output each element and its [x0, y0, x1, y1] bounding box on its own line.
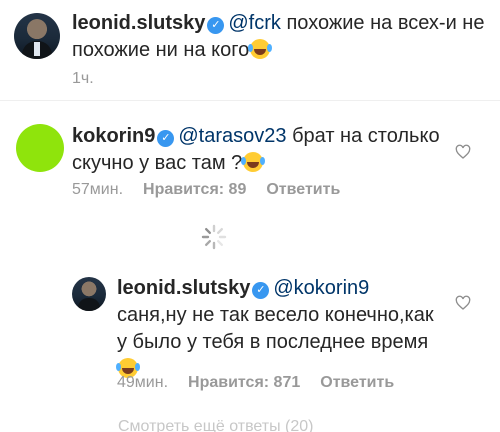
comment-2-meta: 57мин. Нравится: 89 Ответить: [72, 181, 360, 199]
comment-3-reply-button[interactable]: Ответить: [320, 374, 394, 391]
comment-1: leonid.slutsky ✓ @fcrk похожие на всех-и н…: [72, 10, 492, 64]
tears-of-joy-emoji: [248, 39, 271, 59]
view-more-replies-link[interactable]: Смотреть ещё ответы (20): [118, 418, 338, 432]
avatar-shirt: [34, 42, 40, 56]
comment-3-time: 49мин.: [117, 374, 169, 391]
avatar-leonid-slutsky[interactable]: [14, 13, 60, 59]
comment-1-time: 1ч.: [72, 70, 94, 87]
comment-2-time: 57мин.: [72, 181, 124, 198]
comment-1-text-line1: похожие на всех-и не: [286, 12, 485, 34]
comment-3-mention[interactable]: @kokorin9: [273, 277, 369, 299]
heart-outline-icon[interactable]: [455, 144, 471, 160]
verified-badge-icon: ✓: [252, 282, 270, 299]
avatar-suit: [78, 298, 100, 311]
avatar-leonid-slutsky-reply[interactable]: [72, 277, 106, 311]
tears-of-joy-emoji: [241, 152, 264, 172]
divider: [0, 100, 500, 101]
comment-2-mention[interactable]: @tarasov23: [178, 125, 286, 147]
comment-2-text-line2: скучно у вас там ?: [72, 152, 243, 174]
verified-badge-icon: ✓: [207, 17, 225, 34]
comment-2-likes[interactable]: Нравится: 89: [143, 181, 246, 198]
comment-1-meta: 1ч.: [72, 70, 114, 88]
comment-3-likes[interactable]: Нравится: 871: [188, 374, 300, 391]
comment-2-text-line1: брат на столько: [292, 125, 440, 147]
comment-1-mention[interactable]: @fcrk: [228, 12, 281, 34]
comment-2-username[interactable]: kokorin9: [72, 125, 155, 147]
comment-2: kokorin9 ✓ @tarasov23 брат на столько скуч…: [72, 123, 452, 177]
comment-1-text-line2: похожие ни на кого: [72, 39, 250, 61]
heart-outline-icon[interactable]: [455, 295, 471, 311]
loading-spinner-icon: [201, 224, 227, 250]
comment-3-username[interactable]: leonid.slutsky: [117, 277, 250, 299]
comment-2-reply-button[interactable]: Ответить: [266, 181, 340, 198]
avatar-kokorin9[interactable]: [16, 124, 64, 172]
comment-3-text-line1: саня,ну не так весело конечно,как: [117, 304, 434, 326]
comment-3-text-line2: у было у тебя в последнее время: [117, 331, 429, 353]
comment-1-username[interactable]: leonid.slutsky: [72, 12, 205, 34]
comment-3: leonid.slutsky ✓ @kokorin9 саня,ну не так …: [116, 275, 457, 383]
verified-badge-icon: ✓: [157, 130, 175, 147]
comment-3-meta: 49мин. Нравится: 871 Ответить: [117, 374, 414, 392]
